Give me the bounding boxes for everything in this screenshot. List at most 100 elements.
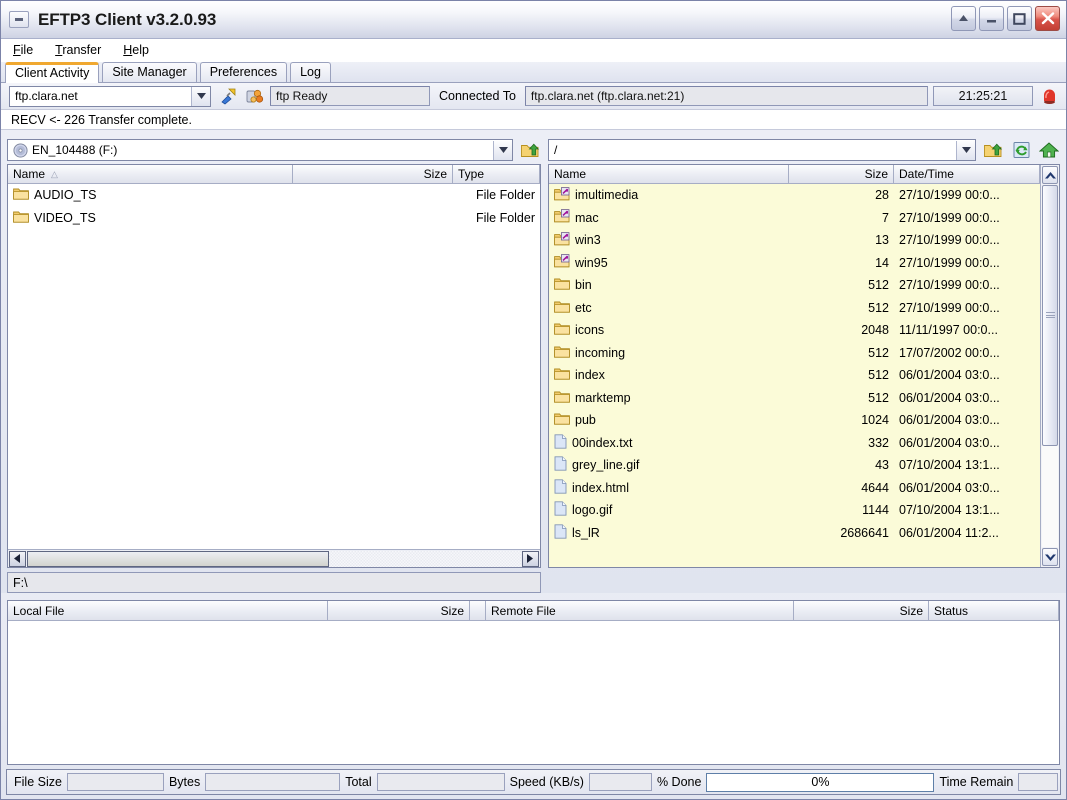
table-row[interactable]: mac 7 27/10/1999 00:0... bbox=[549, 207, 1040, 230]
remote-row-name: grey_line.gif bbox=[549, 456, 789, 474]
transfer-queue[interactable]: Local File Size Remote File Size Status bbox=[7, 600, 1060, 765]
maximize-button[interactable] bbox=[1007, 6, 1032, 31]
tab-strip: Client Activity Site Manager Preferences… bbox=[1, 62, 1066, 83]
cd-drive-icon bbox=[13, 142, 28, 158]
tab-site-manager[interactable]: Site Manager bbox=[102, 62, 197, 82]
local-parent-folder-icon[interactable] bbox=[519, 139, 541, 161]
table-row[interactable]: 00index.txt 332 06/01/2004 03:0... bbox=[549, 432, 1040, 455]
scrollbar-track[interactable] bbox=[1042, 185, 1058, 547]
menu-transfer[interactable]: Transfer bbox=[55, 43, 101, 57]
local-col-size[interactable]: Size bbox=[293, 165, 453, 184]
table-row[interactable]: win3 13 27/10/1999 00:0... bbox=[549, 229, 1040, 252]
minimize-button[interactable] bbox=[979, 6, 1004, 31]
remote-row-size: 13 bbox=[875, 233, 889, 248]
queue-rows bbox=[8, 621, 1059, 764]
remote-row-name: ls_lR bbox=[549, 524, 789, 542]
local-row-name: VIDEO_TS bbox=[8, 210, 293, 226]
close-button[interactable] bbox=[1035, 6, 1060, 31]
local-path-row: EN_104488 (F:) bbox=[7, 136, 541, 164]
remote-file-list[interactable]: Name Size Date/Time imultimedia 28 27/10/1… bbox=[548, 164, 1060, 568]
queue-col-local-size[interactable]: Size bbox=[328, 601, 470, 621]
remote-row-name: win3 bbox=[549, 231, 789, 249]
scrollbar-thumb[interactable] bbox=[1042, 185, 1058, 446]
remote-parent-folder-icon[interactable] bbox=[982, 139, 1004, 161]
scroll-up-button[interactable] bbox=[1042, 166, 1058, 184]
chevron-down-icon[interactable] bbox=[956, 140, 975, 160]
remote-path-select[interactable]: / bbox=[548, 139, 976, 161]
file-icon bbox=[554, 479, 567, 497]
remote-row-size: 512 bbox=[868, 390, 889, 405]
local-file-list[interactable]: Name △ Size Type AUDIO_TS File Folder VI… bbox=[7, 164, 541, 568]
remote-col-size[interactable]: Size bbox=[789, 165, 894, 184]
tab-client-activity[interactable]: Client Activity bbox=[5, 62, 100, 83]
table-row[interactable]: bin 512 27/10/1999 00:0... bbox=[549, 274, 1040, 297]
remote-row-datetime: 27/10/1999 00:0... bbox=[899, 188, 1000, 203]
total-label: Total bbox=[345, 775, 372, 789]
remote-row-name: mac bbox=[549, 209, 789, 226]
chevron-down-icon[interactable] bbox=[191, 86, 210, 106]
table-row[interactable]: AUDIO_TS File Folder bbox=[8, 184, 540, 207]
table-row[interactable]: incoming 512 17/07/2002 00:0... bbox=[549, 342, 1040, 365]
folder-icon bbox=[554, 345, 570, 361]
table-row[interactable]: index.html 4644 06/01/2004 03:0... bbox=[549, 477, 1040, 500]
scrollbar-track[interactable] bbox=[329, 550, 521, 567]
connect-plug-icon[interactable] bbox=[216, 85, 238, 107]
local-col-name[interactable]: Name △ bbox=[8, 165, 293, 184]
remote-col-datetime[interactable]: Date/Time bbox=[894, 165, 1040, 184]
tab-preferences[interactable]: Preferences bbox=[199, 62, 288, 82]
remote-rows: imultimedia 28 27/10/1999 00:0... mac 7 27/10… bbox=[549, 184, 1040, 567]
queue-col-local-file[interactable]: Local File bbox=[8, 601, 328, 621]
remote-row-name: win95 bbox=[549, 254, 789, 271]
file-icon bbox=[554, 456, 567, 474]
file-icon bbox=[554, 501, 567, 519]
remote-col-name[interactable]: Name bbox=[549, 165, 789, 184]
chevron-down-icon[interactable] bbox=[493, 140, 512, 160]
queue-col-status[interactable]: Status bbox=[929, 601, 1059, 621]
disconnect-icon[interactable] bbox=[243, 85, 265, 107]
local-row-name: AUDIO_TS bbox=[8, 187, 293, 203]
scroll-left-button[interactable] bbox=[9, 550, 26, 567]
scroll-right-button[interactable] bbox=[522, 550, 539, 567]
queue-col-spacer[interactable] bbox=[470, 601, 486, 621]
table-row[interactable]: win95 14 27/10/1999 00:0... bbox=[549, 252, 1040, 275]
remote-row-datetime: 06/01/2004 03:0... bbox=[899, 435, 1000, 450]
system-menu-icon[interactable] bbox=[9, 11, 29, 28]
queue-col-remote-size[interactable]: Size bbox=[794, 601, 929, 621]
table-row[interactable]: grey_line.gif 43 07/10/2004 13:1... bbox=[549, 454, 1040, 477]
site-select-value: ftp.clara.net bbox=[15, 89, 78, 103]
menu-help[interactable]: Help bbox=[123, 43, 149, 57]
remote-row-size: 7 bbox=[882, 210, 889, 225]
tab-log[interactable]: Log bbox=[290, 62, 331, 82]
remote-path-value: / bbox=[554, 143, 558, 157]
table-row[interactable]: marktemp 512 06/01/2004 03:0... bbox=[549, 387, 1040, 410]
bytes-value bbox=[205, 773, 341, 791]
stop-light-icon[interactable] bbox=[1038, 85, 1060, 107]
table-row[interactable]: imultimedia 28 27/10/1999 00:0... bbox=[549, 184, 1040, 207]
table-row[interactable]: ls_lR 2686641 06/01/2004 11:2... bbox=[549, 522, 1040, 545]
sort-ascending-icon: △ bbox=[51, 168, 58, 179]
site-select[interactable]: ftp.clara.net bbox=[9, 85, 211, 107]
queue-col-remote-file[interactable]: Remote File bbox=[486, 601, 794, 621]
table-row[interactable]: pub 1024 06/01/2004 03:0... bbox=[549, 409, 1040, 432]
folder-link-icon bbox=[554, 231, 570, 249]
table-row[interactable]: VIDEO_TS File Folder bbox=[8, 207, 540, 230]
local-horizontal-scrollbar[interactable] bbox=[8, 549, 540, 567]
remote-row-size: 1024 bbox=[861, 413, 889, 428]
table-row[interactable]: icons 2048 11/11/1997 00:0... bbox=[549, 319, 1040, 342]
remote-row-datetime: 11/11/1997 00:0... bbox=[899, 323, 998, 338]
table-row[interactable]: index 512 06/01/2004 03:0... bbox=[549, 364, 1040, 387]
remote-row-name: incoming bbox=[549, 345, 789, 361]
remote-pane: / Name Size Date/Time imultimedia 28 27/… bbox=[548, 136, 1060, 593]
local-drive-select[interactable]: EN_104488 (F:) bbox=[7, 139, 513, 161]
menu-file[interactable]: File bbox=[13, 43, 33, 57]
local-col-type[interactable]: Type bbox=[453, 165, 540, 184]
refresh-icon[interactable] bbox=[1010, 139, 1032, 161]
scroll-down-button[interactable] bbox=[1042, 548, 1058, 566]
remote-vertical-scrollbar[interactable] bbox=[1040, 165, 1059, 567]
remote-row-size: 512 bbox=[868, 300, 889, 315]
table-row[interactable]: logo.gif 1144 07/10/2004 13:1... bbox=[549, 499, 1040, 522]
table-row[interactable]: etc 512 27/10/1999 00:0... bbox=[549, 297, 1040, 320]
scrollbar-thumb[interactable] bbox=[27, 550, 329, 567]
home-icon[interactable] bbox=[1038, 139, 1060, 161]
rollup-button[interactable] bbox=[951, 6, 976, 31]
